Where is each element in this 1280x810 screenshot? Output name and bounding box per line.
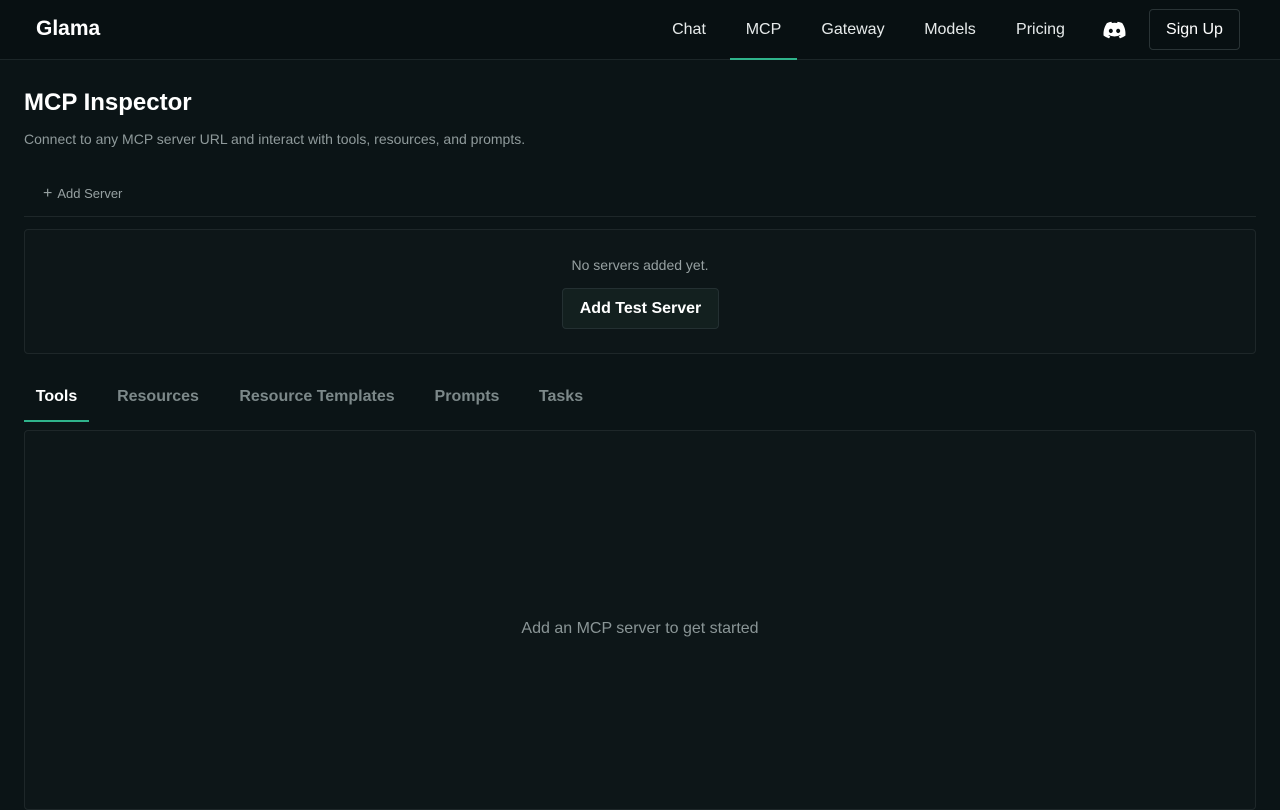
nav-pricing[interactable]: Pricing <box>1004 0 1077 59</box>
page-title: MCP Inspector <box>24 89 192 116</box>
tab-resources[interactable]: Resources <box>105 376 211 422</box>
add-server-button[interactable]: + Add Server <box>43 184 123 202</box>
nav-models[interactable]: Models <box>911 0 989 59</box>
servers-empty-message: No servers added yet. <box>571 257 709 273</box>
discord-icon[interactable] <box>1103 19 1126 41</box>
page-description: Connect to any MCP server URL and intera… <box>24 131 526 147</box>
sign-up-button[interactable]: Sign Up <box>1149 9 1240 50</box>
nav-mcp[interactable]: MCP <box>730 0 797 60</box>
add-server-label: Add Server <box>57 186 123 201</box>
tab-resource-templates[interactable]: Resource Templates <box>227 376 407 422</box>
divider <box>24 216 1256 217</box>
nav-gateway[interactable]: Gateway <box>809 0 897 59</box>
content-empty-message: Add an MCP server to get started <box>521 620 759 637</box>
top-navigation-bar: Glama Chat MCP Gateway Models Pricing Si… <box>0 0 1280 60</box>
plus-icon: + <box>43 184 53 202</box>
tab-content-panel: Add an MCP server to get started <box>24 430 1256 810</box>
nav-chat[interactable]: Chat <box>660 0 718 59</box>
tab-tasks[interactable]: Tasks <box>527 376 595 422</box>
add-test-server-button[interactable]: Add Test Server <box>562 288 719 329</box>
tab-tools[interactable]: Tools <box>24 376 89 422</box>
tab-prompts[interactable]: Prompts <box>423 376 511 422</box>
brand-logo[interactable]: Glama <box>36 17 100 41</box>
servers-panel: No servers added yet. Add Test Server <box>24 229 1256 354</box>
